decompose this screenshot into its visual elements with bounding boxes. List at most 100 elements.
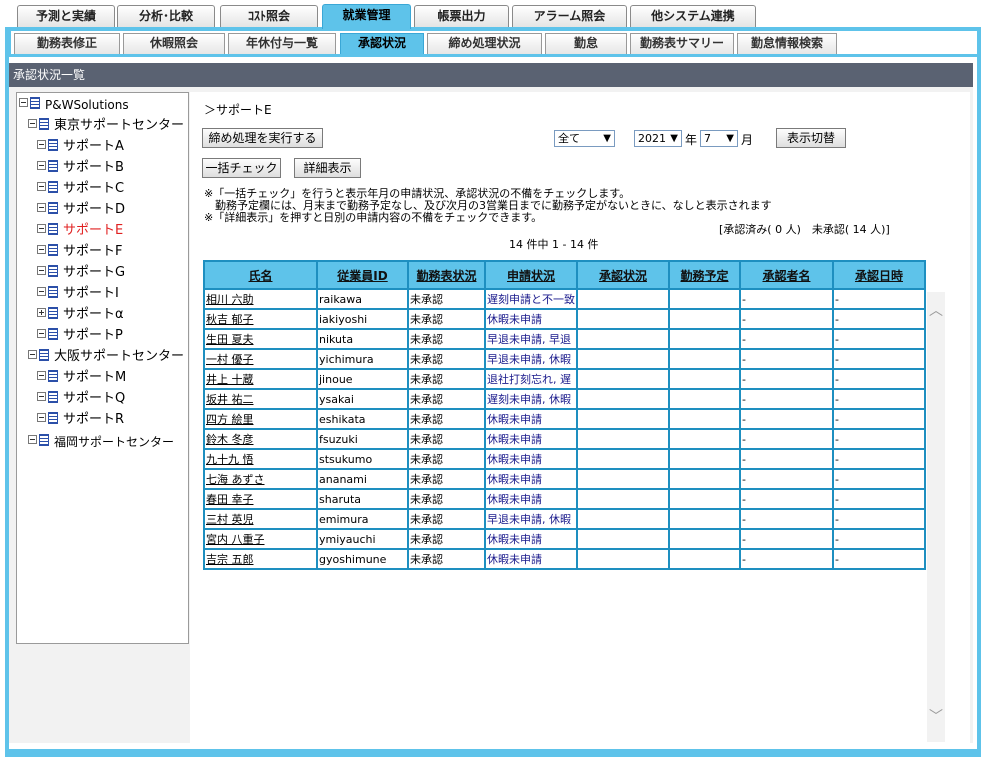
result-count: 14 件中 1 - 14 件	[509, 238, 599, 251]
expand-icon[interactable]	[37, 308, 46, 317]
collapse-icon[interactable]	[37, 413, 46, 422]
building-icon	[48, 328, 58, 340]
tree-node-root[interactable]: P&WSolutions	[19, 96, 129, 114]
building-icon	[48, 286, 58, 298]
cell-name[interactable]: 九十九 悟	[203, 448, 318, 470]
collapse-icon[interactable]	[28, 119, 37, 128]
col-timesheet-status[interactable]: 勤務表状況	[407, 260, 486, 290]
sub-tab-attendance[interactable]: 勤怠	[545, 33, 627, 54]
collapse-icon[interactable]	[37, 182, 46, 191]
collapse-icon[interactable]	[28, 350, 37, 359]
chevron-up-icon[interactable]: ︿	[927, 302, 945, 320]
col-approval-status[interactable]: 承認状況	[576, 260, 670, 290]
cell-approval-status	[576, 308, 670, 330]
collapse-icon[interactable]	[37, 266, 46, 275]
approval-table: 氏名 従業員ID 勤務表状況 申請状況 承認状況 勤務予定 承認者名 承認日時 …	[203, 260, 926, 570]
execute-close-button[interactable]: 締め処理を実行する	[202, 128, 323, 148]
collapse-icon[interactable]	[37, 140, 46, 149]
sub-tab-close-status[interactable]: 締め処理状況	[427, 33, 542, 54]
main-tab-report[interactable]: 帳票出力	[414, 5, 509, 27]
month-select[interactable]: 7 ▼	[700, 130, 738, 147]
collapse-icon[interactable]	[37, 224, 46, 233]
collapse-icon[interactable]	[37, 245, 46, 254]
chevron-down-icon[interactable]: ﹀	[927, 708, 945, 726]
tree-node-support-c[interactable]: サポートC	[37, 180, 124, 198]
col-name[interactable]: 氏名	[203, 260, 318, 290]
tree-node-support-p[interactable]: サポートP	[37, 327, 123, 345]
cell-application-status: 早退未申請, 休暇	[484, 348, 578, 370]
scrollbar[interactable]	[927, 292, 945, 742]
cell-application-status: 休暇未申請	[484, 468, 578, 490]
cell-name[interactable]: 吉宗 五郎	[203, 548, 318, 570]
collapse-icon[interactable]	[37, 287, 46, 296]
filter-select[interactable]: 全て ▼	[554, 130, 615, 147]
collapse-icon[interactable]	[37, 371, 46, 380]
main-tab-forecast[interactable]: 予測と実績	[17, 5, 115, 27]
sub-tab-approval-status[interactable]: 承認状況	[340, 33, 424, 54]
check-all-button[interactable]: 一括チェック	[202, 158, 281, 178]
sub-tab-leave[interactable]: 休暇照会	[123, 33, 225, 54]
col-approver[interactable]: 承認者名	[739, 260, 834, 290]
collapse-icon[interactable]	[37, 329, 46, 338]
sub-tab-timesheet-edit[interactable]: 勤務表修正	[14, 33, 120, 54]
tree-node-support-f[interactable]: サポートF	[37, 243, 122, 261]
cell-employee-id: yichimura	[316, 348, 409, 370]
cell-work-schedule	[668, 388, 741, 410]
tree-node-support-r[interactable]: サポートR	[37, 411, 124, 429]
tree-node-support-b[interactable]: サポートB	[37, 159, 124, 177]
tree-node-support-d[interactable]: サポートD	[37, 201, 125, 219]
collapse-icon[interactable]	[28, 435, 37, 444]
table-row: 相川 六助 raikawa 未承認 遅刻申請と不一致 - -	[203, 288, 926, 310]
sub-tab-attendance-search[interactable]: 勤怠情報検索	[737, 33, 837, 54]
col-approval-date[interactable]: 承認日時	[832, 260, 926, 290]
cell-approval-date: -	[832, 488, 926, 510]
building-icon	[39, 349, 49, 361]
cell-name[interactable]: 井上 十蔵	[203, 368, 318, 390]
cell-name[interactable]: 春田 幸子	[203, 488, 318, 510]
col-work-schedule[interactable]: 勤務予定	[668, 260, 741, 290]
tree-node-support-i[interactable]: サポートI	[37, 285, 119, 303]
main-tab-work-management[interactable]: 就業管理	[322, 4, 411, 29]
tree-node-support-m[interactable]: サポートM	[37, 369, 126, 387]
col-application-status[interactable]: 申請状況	[484, 260, 578, 290]
tree-node-support-g[interactable]: サポートG	[37, 264, 125, 282]
detail-view-button[interactable]: 詳細表示	[294, 158, 361, 178]
cell-name[interactable]: 相川 六助	[203, 288, 318, 310]
tree-node-support-alpha[interactable]: サポートα	[37, 306, 124, 324]
cell-approval-status	[576, 428, 670, 450]
collapse-icon[interactable]	[19, 98, 28, 107]
cell-name[interactable]: 四方 絵里	[203, 408, 318, 430]
col-employee-id[interactable]: 従業員ID	[316, 260, 409, 290]
collapse-icon[interactable]	[37, 161, 46, 170]
cell-name[interactable]: 宮内 八重子	[203, 528, 318, 550]
table-row: 生田 夏夫 nikuta 未承認 早退未申請, 早退 - -	[203, 328, 926, 350]
building-icon	[39, 434, 49, 446]
cell-timesheet-status: 未承認	[407, 408, 486, 430]
building-icon	[48, 370, 58, 382]
toggle-view-button[interactable]: 表示切替	[776, 128, 846, 148]
tree-node-osaka[interactable]: 大阪サポートセンター	[28, 348, 184, 366]
sub-tab-annual-leave[interactable]: 年休付与一覧	[228, 33, 336, 54]
main-tab-alarm[interactable]: アラーム照会	[512, 5, 627, 27]
tree-node-support-q[interactable]: サポートQ	[37, 390, 125, 408]
cell-approver: -	[739, 368, 834, 390]
main-tab-cost[interactable]: ｺｽﾄ照会	[220, 5, 318, 27]
collapse-icon[interactable]	[37, 203, 46, 212]
tree-node-fukuoka[interactable]: 福岡サポートセンター	[28, 433, 174, 451]
tree-node-support-a[interactable]: サポートA	[37, 138, 124, 156]
cell-name[interactable]: 生田 夏夫	[203, 328, 318, 350]
cell-name[interactable]: 三村 英児	[203, 508, 318, 530]
tree-node-tokyo[interactable]: 東京サポートセンター	[28, 117, 184, 135]
tree-node-support-e[interactable]: サポートE	[37, 222, 123, 240]
cell-name[interactable]: 坂井 祐二	[203, 388, 318, 410]
cell-name[interactable]: 鈴木 冬彦	[203, 428, 318, 450]
year-select[interactable]: 2021 ▼	[634, 130, 682, 147]
cell-name[interactable]: 七海 あずさ	[203, 468, 318, 490]
cell-name[interactable]: 一村 優子	[203, 348, 318, 370]
sub-tab-timesheet-summary[interactable]: 勤務表サマリー	[630, 33, 734, 54]
collapse-icon[interactable]	[37, 392, 46, 401]
main-tab-external[interactable]: 他システム連携	[630, 5, 756, 27]
main-tab-analysis[interactable]: 分析･比較	[117, 5, 215, 27]
cell-name[interactable]: 秋吉 郁子	[203, 308, 318, 330]
cell-approval-status	[576, 468, 670, 490]
